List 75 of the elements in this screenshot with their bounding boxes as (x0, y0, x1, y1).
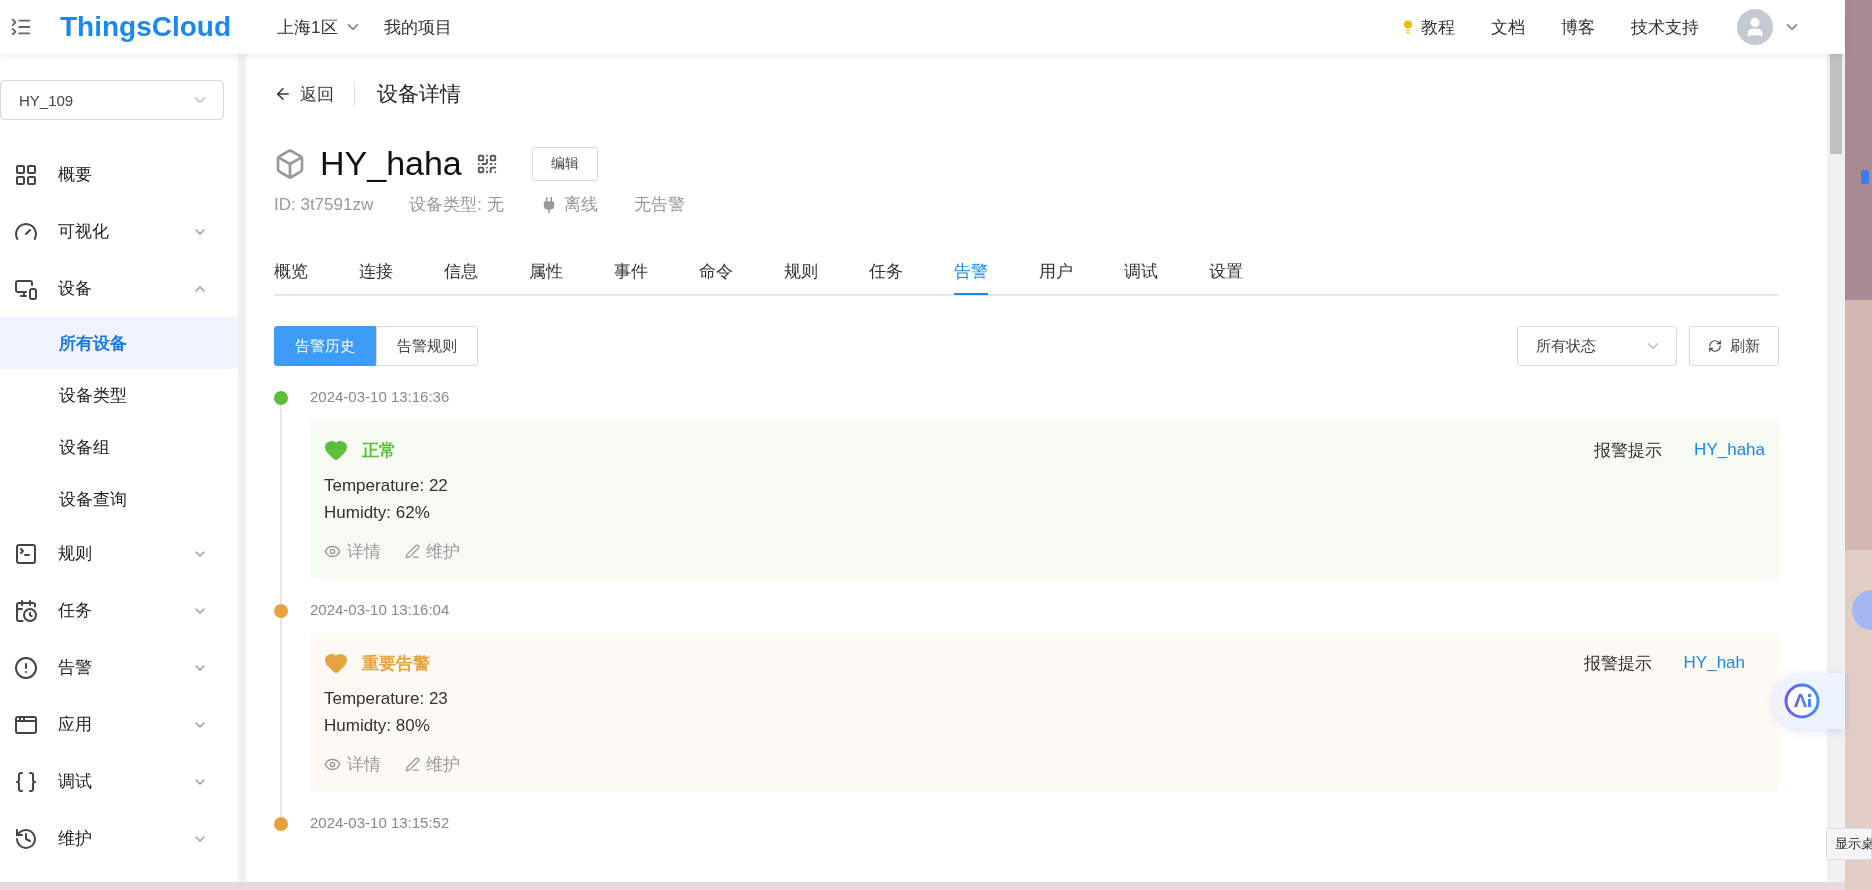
timestamp: 2024-03-10 13:15:52 (310, 814, 451, 833)
qr-code-icon[interactable] (475, 152, 498, 175)
terminal-icon (14, 541, 38, 566)
sidebar-item[interactable]: 概要 (0, 146, 238, 203)
history-icon (14, 826, 38, 851)
sidebar-item[interactable]: 告警 (0, 639, 238, 696)
braces-icon (14, 769, 38, 794)
pen-icon (405, 757, 420, 772)
sidebar-item[interactable]: 调试 (0, 753, 238, 810)
tab[interactable]: 任务 (869, 260, 903, 295)
nav-link[interactable]: 我的项目 (383, 15, 452, 39)
sidebar-item[interactable]: 设备 (0, 260, 238, 317)
device-name: HY_haha (320, 144, 462, 183)
alarm-data: Temperature: 23 (324, 688, 449, 710)
nav-link[interactable]: 教程 (1401, 15, 1455, 39)
calendar-clock-icon (14, 598, 38, 623)
nav-link[interactable]: 文档 (1491, 15, 1525, 39)
alarm-level: 重要告警 (362, 652, 430, 675)
rule-name: 报警提示 (1583, 652, 1652, 675)
ai-assistant-button[interactable] (1773, 673, 1845, 729)
tab[interactable]: 信息 (444, 260, 478, 295)
tab[interactable]: 属性 (529, 260, 563, 295)
alarm-data: Humidty: 80% (324, 715, 431, 737)
tab[interactable]: 设置 (1209, 260, 1243, 295)
device-type: 设备类型: 无 (409, 194, 504, 216)
nav-link[interactable]: 博客 (1561, 15, 1595, 39)
sidebar-subitem[interactable]: 设备类型 (0, 369, 238, 421)
alarm-status: 无告警 (633, 194, 685, 216)
pen-icon (405, 544, 420, 559)
timestamp: 2024-03-10 13:16:04 (310, 601, 451, 620)
alarm-data: Temperature: 22 (324, 475, 449, 497)
segment-tab[interactable]: 告警规则 (376, 326, 478, 366)
menu-icon[interactable] (10, 16, 32, 38)
rule-name: 报警提示 (1594, 439, 1663, 462)
sidebar-subitem[interactable]: 所有设备 (0, 317, 238, 369)
scrollbar-thumb[interactable] (1830, 54, 1842, 154)
status-filter[interactable]: 所有状态 (1517, 326, 1677, 366)
sidebar-item[interactable]: 规则 (0, 525, 238, 582)
device-status: 离线 (563, 194, 598, 216)
lightbulb-icon (1401, 20, 1415, 34)
sidebar-subitem[interactable]: 设备组 (0, 421, 238, 473)
tab[interactable]: 告警 (954, 260, 988, 295)
back-link[interactable]: 返回 (274, 82, 355, 106)
tab[interactable]: 事件 (614, 260, 648, 295)
timestamp: 2024-03-10 13:16:36 (310, 388, 451, 407)
device-id: ID: 3t7591zw (274, 194, 374, 215)
sidebar-subitem[interactable]: 设备查询 (0, 473, 238, 525)
eye-icon (324, 543, 341, 560)
sidebar-item[interactable]: 应用 (0, 696, 238, 753)
tab[interactable]: 连接 (359, 260, 393, 295)
tab[interactable]: 调试 (1124, 260, 1158, 295)
logo[interactable]: ThingsCloud (60, 11, 232, 43)
grid-icon (14, 162, 38, 187)
heart-icon (324, 438, 348, 462)
tab[interactable]: 用户 (1039, 260, 1073, 295)
edit-button[interactable]: 编辑 (531, 146, 598, 181)
page-title: 设备详情 (377, 81, 461, 107)
sidebar-item[interactable]: 维护 (0, 810, 238, 867)
cube-icon (274, 147, 306, 180)
refresh-button[interactable]: 刷新 (1689, 326, 1779, 366)
project-select[interactable]: HY_109 (0, 80, 224, 120)
alert-icon (14, 655, 38, 680)
eye-icon (324, 756, 341, 773)
device-link[interactable]: HY_haha (1694, 440, 1765, 460)
sidebar-item[interactable]: 任务 (0, 582, 238, 639)
alarm-level: 正常 (362, 439, 396, 462)
sidebar-item[interactable]: 可视化 (0, 203, 238, 260)
tab[interactable]: 规则 (784, 260, 818, 295)
nav-link[interactable]: 技术支持 (1631, 15, 1699, 39)
region-selector[interactable]: 上海1区 (277, 15, 362, 39)
alarm-data: Humidty: 62% (324, 502, 431, 524)
ai-icon (1783, 682, 1821, 720)
refresh-icon (1708, 339, 1722, 353)
tab[interactable]: 命令 (699, 260, 733, 295)
tab[interactable]: 概览 (274, 260, 308, 295)
